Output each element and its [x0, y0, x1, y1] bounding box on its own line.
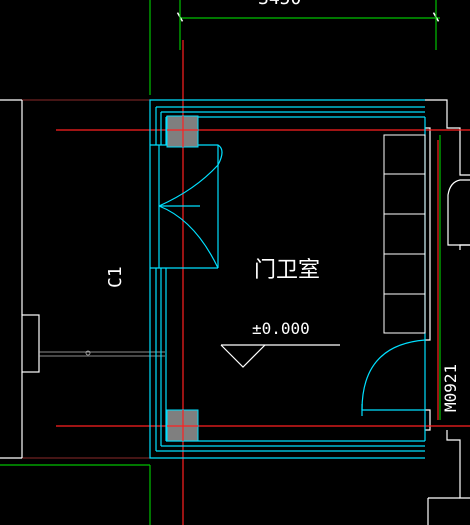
- dimension-text: 3450: [258, 0, 301, 9]
- white-outline-lines: [0, 99, 470, 525]
- counter-bench: [383, 134, 426, 334]
- right-door: [361, 339, 426, 416]
- left-double-door: [158, 144, 223, 269]
- room-name: 门卫室: [254, 258, 320, 283]
- elevation-symbol: [220, 344, 340, 368]
- door-tag: M0921: [441, 364, 460, 412]
- window-tag: C1: [105, 266, 126, 288]
- cad-floor-plan: 3450 门卫室 ±0.000 C1 M0921: [0, 0, 470, 525]
- elevation-mark: ±0.000: [252, 319, 310, 338]
- drawing-canvas: 3450 门卫室 ±0.000 C1 M0921: [0, 0, 470, 525]
